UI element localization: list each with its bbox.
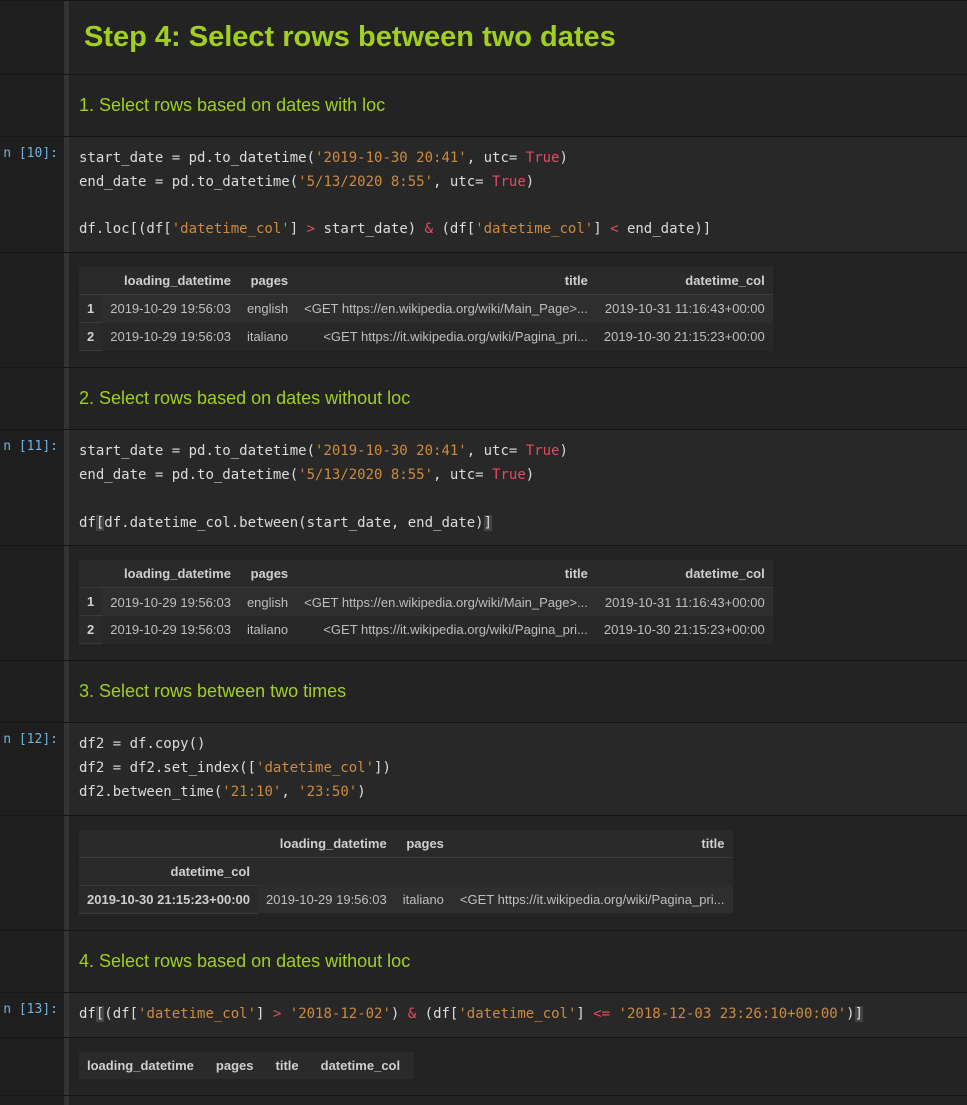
prompt-empty bbox=[0, 931, 64, 992]
table-cell: 2019-10-29 19:56:03 bbox=[102, 616, 239, 644]
code-cell-s1[interactable]: n [10]: start_date = pd.to_datetime('201… bbox=[0, 136, 967, 252]
code-content[interactable]: df2 = df.copy() df2 = df2.set_index(['da… bbox=[79, 733, 957, 804]
prompt-empty bbox=[0, 75, 64, 136]
markdown-cell-trailing bbox=[0, 1095, 967, 1105]
section-heading: 4. Select rows based on dates without lo… bbox=[79, 951, 957, 972]
table-header: title bbox=[296, 267, 596, 295]
dataframe-table: loading_datetimepagestitledatetime_col bbox=[79, 1052, 414, 1079]
prompt-empty bbox=[0, 661, 64, 722]
table-header: datetime_col bbox=[596, 560, 773, 588]
table-cell: english bbox=[239, 588, 296, 616]
output-cell-s3: loading_datetimepagestitle datetime_col 2… bbox=[0, 815, 967, 930]
table-header: pages bbox=[239, 267, 296, 295]
table-header bbox=[79, 830, 258, 858]
section-heading: 1. Select rows based on dates with loc bbox=[79, 95, 957, 116]
table-cell: <GET https://it.wikipedia.org/wiki/Pagin… bbox=[296, 616, 596, 644]
table-header: loading_datetime bbox=[258, 830, 395, 858]
section-heading: 2. Select rows based on dates without lo… bbox=[79, 388, 957, 409]
table-header: pages bbox=[239, 560, 296, 588]
table-cell: 2019-10-29 19:56:03 bbox=[102, 323, 239, 351]
table-cell: <GET https://en.wikipedia.org/wiki/Main_… bbox=[296, 295, 596, 323]
prompt-empty bbox=[0, 1, 64, 74]
code-cell-s4[interactable]: n [13]: df[(df['datetime_col'] > '2018-1… bbox=[0, 992, 967, 1037]
table-header: datetime_col bbox=[313, 1052, 414, 1079]
row-index: 1 bbox=[79, 295, 102, 323]
table-row: 2019-10-30 21:15:23+00:002019-10-29 19:5… bbox=[79, 885, 733, 913]
table-row: 12019-10-29 19:56:03english<GET https://… bbox=[79, 295, 773, 323]
table-cell: 2019-10-29 19:56:03 bbox=[102, 588, 239, 616]
table-cell: <GET https://it.wikipedia.org/wiki/Pagin… bbox=[296, 323, 596, 351]
table-cell: 2019-10-29 19:56:03 bbox=[258, 885, 395, 913]
table-header: datetime_col bbox=[596, 267, 773, 295]
input-prompt: n [12]: bbox=[0, 723, 64, 814]
table-cell: italiano bbox=[239, 323, 296, 351]
table-row: 22019-10-29 19:56:03italiano<GET https:/… bbox=[79, 323, 773, 351]
input-prompt: n [11]: bbox=[0, 430, 64, 545]
table-cell: 2019-10-30 21:15:23+00:00 bbox=[596, 323, 773, 351]
row-index: 2 bbox=[79, 323, 102, 351]
step-heading: Step 4: Select rows between two dates bbox=[84, 21, 957, 54]
table-cell: 2019-10-30 21:15:23+00:00 bbox=[596, 616, 773, 644]
output-cell-s4: loading_datetimepagestitledatetime_col bbox=[0, 1037, 967, 1095]
prompt-empty bbox=[0, 1096, 64, 1105]
table-header: loading_datetime bbox=[102, 267, 239, 295]
section-heading: 3. Select rows between two times bbox=[79, 681, 957, 702]
markdown-cell-s3: 3. Select rows between two times bbox=[0, 660, 967, 722]
table-cell: 2019-10-29 19:56:03 bbox=[102, 295, 239, 323]
table-cell: <GET https://it.wikipedia.org/wiki/Pagin… bbox=[452, 885, 733, 913]
dataframe-table: loading_datetimepagestitledatetime_col12… bbox=[79, 267, 773, 351]
input-prompt: n [10]: bbox=[0, 137, 64, 252]
prompt-empty bbox=[0, 368, 64, 429]
code-cell-s2[interactable]: n [11]: start_date = pd.to_datetime('201… bbox=[0, 429, 967, 545]
row-index: 2 bbox=[79, 616, 102, 644]
table-cell: english bbox=[239, 295, 296, 323]
table-index-name: datetime_col bbox=[79, 857, 258, 885]
table-header bbox=[79, 560, 102, 588]
markdown-cell-step-title: Step 4: Select rows between two dates bbox=[0, 0, 967, 74]
dataframe-table: loading_datetimepagestitle datetime_col 2… bbox=[79, 830, 733, 914]
code-content[interactable]: df[(df['datetime_col'] > '2018-12-02') &… bbox=[79, 1003, 957, 1027]
markdown-cell-s2: 2. Select rows based on dates without lo… bbox=[0, 367, 967, 429]
table-header: title bbox=[268, 1052, 313, 1079]
code-cell-s3[interactable]: n [12]: df2 = df.copy() df2 = df2.set_in… bbox=[0, 722, 967, 814]
table-row: 22019-10-29 19:56:03italiano<GET https:/… bbox=[79, 616, 773, 644]
table-header: pages bbox=[208, 1052, 268, 1079]
markdown-cell-s1: 1. Select rows based on dates with loc bbox=[0, 74, 967, 136]
table-cell: italiano bbox=[395, 885, 452, 913]
code-content[interactable]: start_date = pd.to_datetime('2019-10-30 … bbox=[79, 440, 957, 535]
code-content[interactable]: start_date = pd.to_datetime('2019-10-30 … bbox=[79, 147, 957, 242]
output-cell-s1: loading_datetimepagestitledatetime_col12… bbox=[0, 252, 967, 367]
row-index: 1 bbox=[79, 588, 102, 616]
markdown-cell-s4: 4. Select rows based on dates without lo… bbox=[0, 930, 967, 992]
output-cell-s2: loading_datetimepagestitledatetime_col12… bbox=[0, 545, 967, 660]
table-header: loading_datetime bbox=[79, 1052, 208, 1079]
table-cell: italiano bbox=[239, 616, 296, 644]
input-prompt: n [13]: bbox=[0, 993, 64, 1037]
table-header bbox=[79, 267, 102, 295]
table-header: loading_datetime bbox=[102, 560, 239, 588]
table-header: title bbox=[296, 560, 596, 588]
table-cell: 2019-10-31 11:16:43+00:00 bbox=[596, 295, 773, 323]
table-header: pages bbox=[395, 830, 452, 858]
dataframe-table: loading_datetimepagestitledatetime_col12… bbox=[79, 560, 773, 644]
table-row: 12019-10-29 19:56:03english<GET https://… bbox=[79, 588, 773, 616]
table-header: title bbox=[452, 830, 733, 858]
table-cell: 2019-10-31 11:16:43+00:00 bbox=[596, 588, 773, 616]
table-cell: <GET https://en.wikipedia.org/wiki/Main_… bbox=[296, 588, 596, 616]
row-index: 2019-10-30 21:15:23+00:00 bbox=[79, 885, 258, 913]
